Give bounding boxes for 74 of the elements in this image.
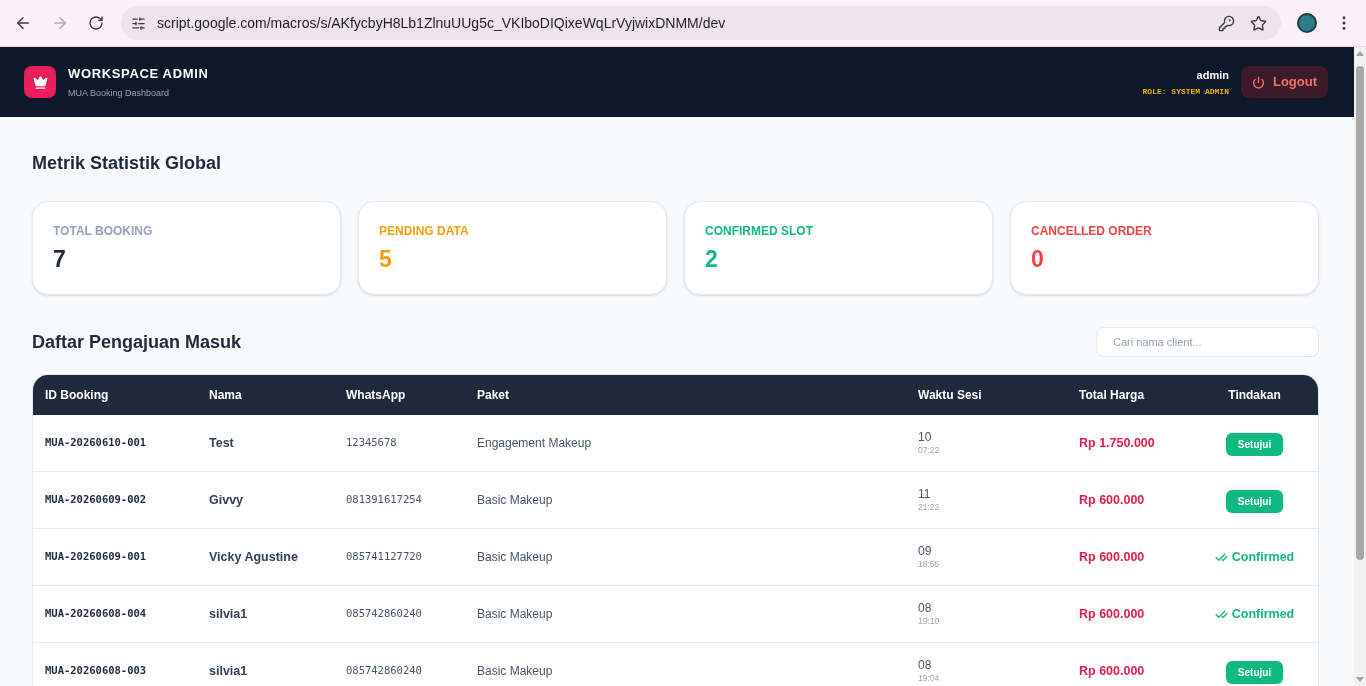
total-price: Rp 600.000 bbox=[1078, 605, 1146, 623]
column-header: WhatsApp bbox=[345, 387, 407, 404]
app-subtitle: MUA Booking Dashboard bbox=[68, 86, 171, 99]
stat-label: CANCELLED ORDER bbox=[1031, 223, 1153, 239]
session-day: 08 bbox=[918, 601, 1067, 616]
package-name: Engagement Makeup bbox=[476, 435, 593, 452]
client-name: silvia1 bbox=[208, 662, 249, 680]
reload-icon bbox=[88, 15, 104, 31]
session-time: 19:10 bbox=[918, 616, 941, 627]
whatsapp-number: 085742860240 bbox=[345, 663, 423, 679]
user-name: admin bbox=[1196, 67, 1229, 82]
approve-button[interactable]: Setujui bbox=[1225, 432, 1284, 456]
user-role: ROLE: SYSTEM ADMIN bbox=[1142, 86, 1229, 97]
stat-value: 7 bbox=[53, 245, 67, 273]
scrollbar-thumb[interactable] bbox=[1356, 66, 1364, 560]
booking-id: MUA-20260608-003 bbox=[44, 663, 148, 679]
total-price: Rp 600.000 bbox=[1078, 491, 1146, 509]
session-time: 18:55 bbox=[918, 559, 941, 570]
package-name: Basic Makeup bbox=[476, 606, 554, 623]
profile-avatar[interactable] bbox=[1297, 13, 1317, 33]
session-day: 11 bbox=[918, 487, 1067, 502]
address-bar[interactable]: script.google.com/macros/s/AKfycbyH8Lb1ZlnuUUg5c_VKIboDIQixeWqLrVyjwixDNMM/dev bbox=[121, 6, 1281, 40]
stat-label: TOTAL BOOKING bbox=[53, 223, 154, 239]
session-day: 09 bbox=[918, 544, 1067, 559]
column-header: Total Harga bbox=[1078, 387, 1146, 404]
stat-value: 0 bbox=[1031, 245, 1045, 273]
section-title: Daftar Pengajuan Masuk bbox=[32, 331, 242, 354]
session-day: 10 bbox=[918, 430, 1067, 445]
approve-button[interactable]: Setujui bbox=[1225, 660, 1284, 684]
booking-id: MUA-20260609-002 bbox=[44, 492, 148, 508]
approve-button[interactable]: Setujui bbox=[1225, 489, 1284, 513]
stat-label: CONFIRMED SLOT bbox=[705, 223, 814, 239]
column-header: Nama bbox=[208, 387, 243, 404]
stat-value: 5 bbox=[379, 245, 393, 273]
session-day: 08 bbox=[918, 658, 1067, 673]
status-label: Confirmed bbox=[1231, 605, 1295, 623]
session-time: 19:04 bbox=[918, 673, 941, 684]
stat-label: PENDING DATA bbox=[379, 223, 470, 239]
search-field[interactable]: Cari nama client... bbox=[1096, 327, 1319, 357]
client-name: Test bbox=[208, 434, 235, 452]
client-name: Vicky Agustine bbox=[208, 548, 299, 566]
package-name: Basic Makeup bbox=[476, 663, 554, 680]
column-header: Tindakan bbox=[1228, 387, 1281, 404]
whatsapp-number: 081391617254 bbox=[345, 492, 423, 508]
total-price: Rp 1.750.000 bbox=[1078, 434, 1156, 452]
booking-id: MUA-20260609-001 bbox=[44, 549, 148, 565]
whatsapp-number: 085741127720 bbox=[345, 549, 423, 565]
url-text: script.google.com/macros/s/AKfycbyH8Lb1ZlnuUUg5c_VKIboDIQixeWqLrVyjwixDNMM/dev bbox=[157, 13, 726, 33]
booking-id: MUA-20260610-001 bbox=[44, 435, 148, 451]
site-settings-icon[interactable] bbox=[131, 15, 146, 31]
total-price: Rp 600.000 bbox=[1078, 548, 1146, 566]
client-name: Givvy bbox=[208, 491, 245, 509]
package-name: Basic Makeup bbox=[476, 492, 554, 509]
key-icon[interactable] bbox=[1218, 14, 1235, 32]
column-header: Waktu Sesi bbox=[917, 387, 983, 404]
column-header: Paket bbox=[476, 387, 511, 404]
status-label: Confirmed bbox=[1231, 548, 1295, 566]
whatsapp-number: 085742860240 bbox=[345, 606, 423, 622]
app-title: WORKSPACE ADMIN bbox=[68, 65, 209, 82]
package-name: Basic Makeup bbox=[476, 549, 554, 566]
session-time: 21:22 bbox=[918, 502, 941, 513]
client-name: silvia1 bbox=[208, 605, 249, 623]
column-header: ID Booking bbox=[44, 387, 110, 404]
stat-value: 2 bbox=[705, 245, 719, 273]
section-title: Metrik Statistik Global bbox=[32, 152, 223, 175]
bookmark-star-icon[interactable] bbox=[1250, 14, 1267, 32]
crown-logo-icon bbox=[24, 66, 56, 98]
total-price: Rp 600.000 bbox=[1078, 662, 1146, 680]
whatsapp-number: 12345678 bbox=[345, 435, 398, 451]
session-time: 07:22 bbox=[918, 445, 941, 456]
booking-id: MUA-20260608-004 bbox=[44, 606, 148, 622]
power-icon bbox=[1251, 75, 1265, 89]
forward-arrow-icon bbox=[51, 14, 69, 32]
logout-button[interactable]: Logout bbox=[1240, 66, 1328, 98]
